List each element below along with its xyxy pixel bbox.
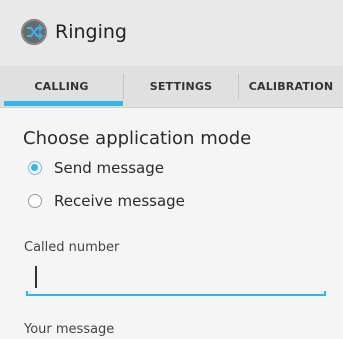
radio-button[interactable] bbox=[28, 194, 42, 208]
tab-settings[interactable]: SETTINGS bbox=[124, 66, 238, 107]
radio-receive-message[interactable]: Receive message bbox=[28, 189, 185, 213]
called-number-label: Called number bbox=[24, 240, 120, 255]
called-number-field-wrap bbox=[26, 262, 326, 296]
radio-button-checked[interactable] bbox=[28, 161, 42, 175]
text-caret bbox=[35, 266, 37, 288]
action-bar: Ringing bbox=[0, 0, 343, 66]
app-title: Ringing bbox=[55, 21, 127, 43]
tab-calibration[interactable]: CALIBRATION bbox=[239, 66, 343, 107]
message-label: Your message bbox=[24, 322, 115, 337]
radio-send-message[interactable]: Send message bbox=[28, 156, 164, 180]
called-number-input[interactable] bbox=[26, 262, 326, 292]
mode-section-title: Choose application mode bbox=[23, 128, 252, 149]
radio-label: Receive message bbox=[54, 192, 185, 210]
input-underline bbox=[26, 291, 326, 296]
shuffle-icon[interactable] bbox=[21, 19, 47, 45]
tab-active-indicator bbox=[4, 101, 123, 106]
radio-label: Send message bbox=[54, 159, 164, 177]
